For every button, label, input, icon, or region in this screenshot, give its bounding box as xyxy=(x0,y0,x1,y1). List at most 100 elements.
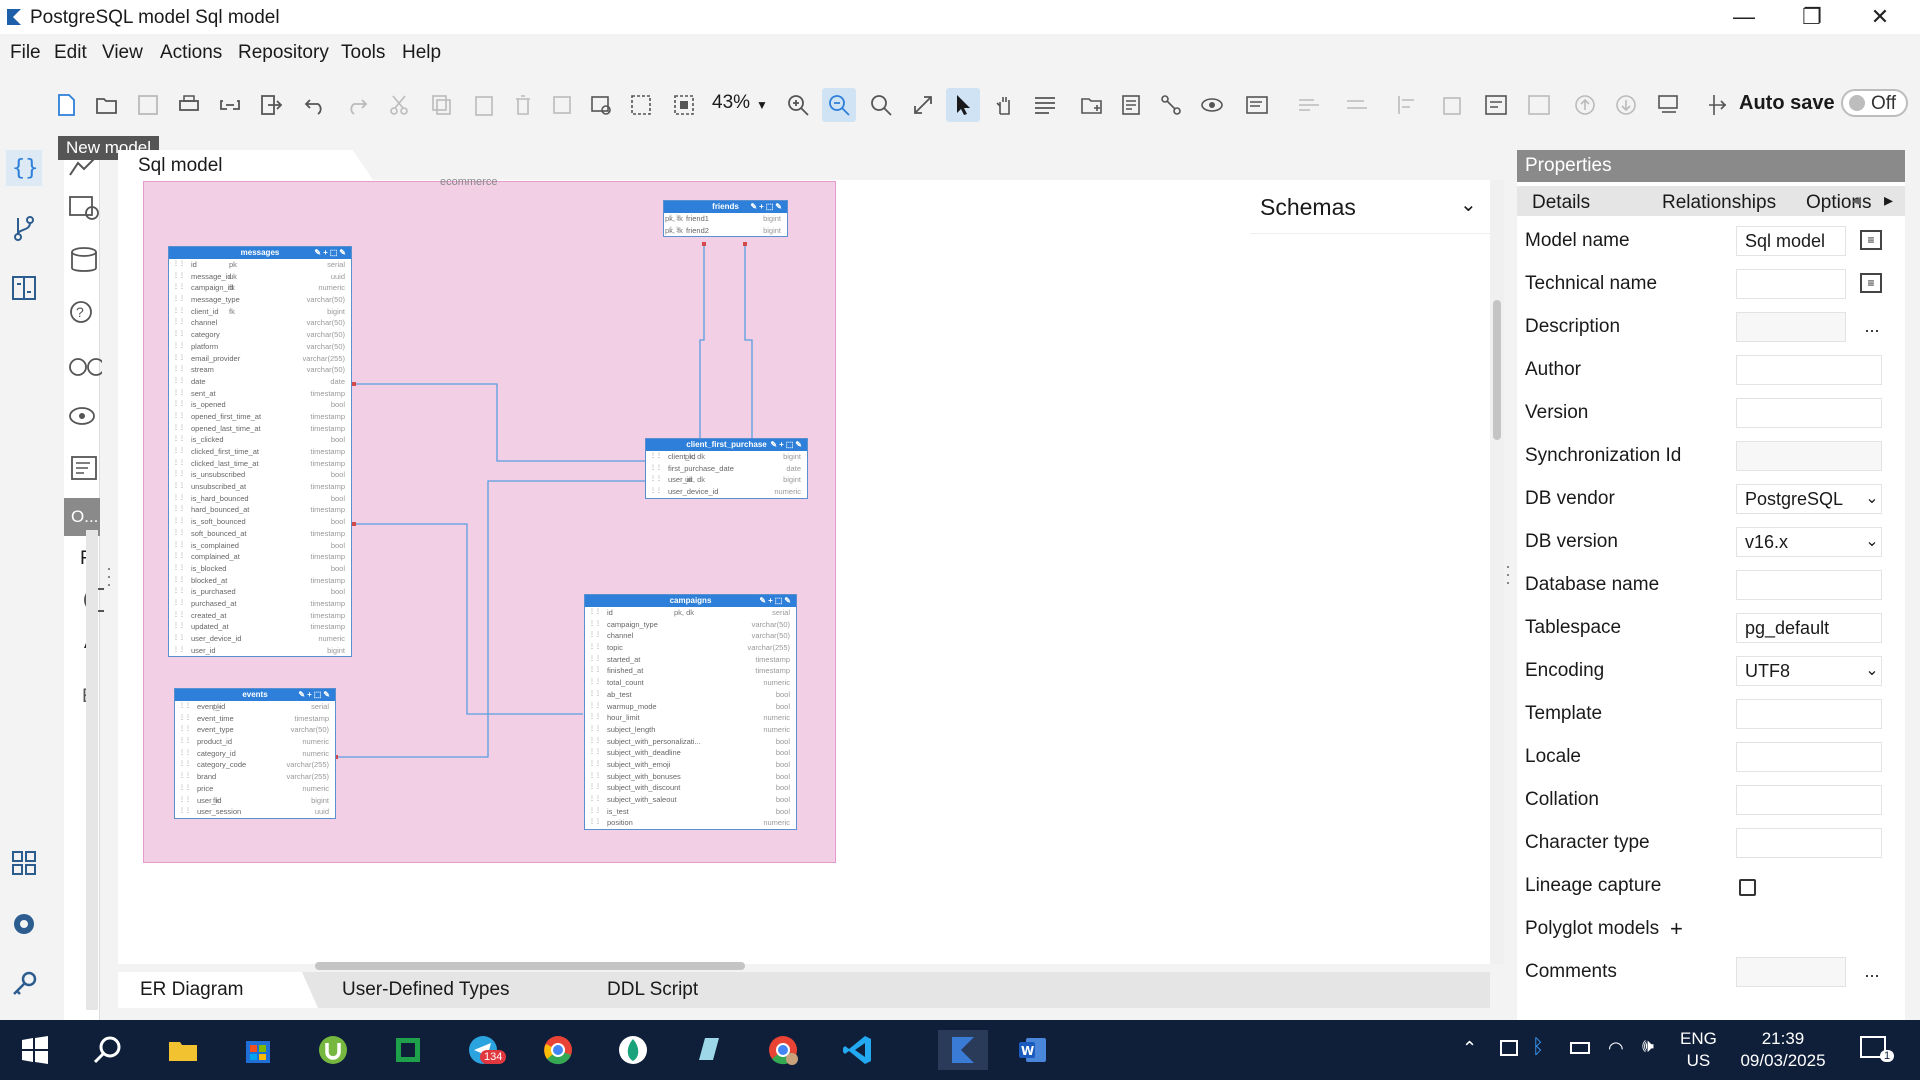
table-column-row[interactable]: started_at timestamp xyxy=(585,654,796,666)
table-column-row[interactable]: price numeric xyxy=(175,783,335,795)
table-column-row[interactable]: friend1pk, fk bigint xyxy=(664,213,787,225)
table-column-row[interactable]: opened_first_time_at timestamp xyxy=(169,411,351,423)
table-column-row[interactable]: category_id numeric xyxy=(175,748,335,760)
table-column-row[interactable]: is_opened bool xyxy=(169,399,351,411)
table-column-row[interactable]: stream varchar(50) xyxy=(169,364,351,376)
table-column-row[interactable]: message_iduk uuid xyxy=(169,271,351,283)
table-column-row[interactable]: is_blocked bool xyxy=(169,563,351,575)
splitter-handle-icon[interactable]: · · · xyxy=(1505,557,1511,591)
table-column-row[interactable]: total_count numeric xyxy=(585,677,796,689)
tab-er-diagram[interactable]: ER Diagram xyxy=(118,972,318,1008)
ellipsis-button[interactable]: ... xyxy=(1858,312,1886,340)
table-column-row[interactable]: user_idfkbigint xyxy=(175,795,335,807)
table-column-row[interactable]: user_iduk, dkbigint xyxy=(646,474,807,486)
table-column-row[interactable]: purchased_at timestamp xyxy=(169,598,351,610)
tab-scroll-left-icon[interactable]: ◂ xyxy=(1852,190,1861,211)
table-column-row[interactable]: friend2pk, fk bigint xyxy=(664,225,787,237)
horizontal-scroll-thumb[interactable] xyxy=(315,962,745,970)
tray-device-icon[interactable] xyxy=(1500,1040,1518,1056)
prop-value-template[interactable] xyxy=(1736,699,1882,729)
table-column-row[interactable]: hard_bounced_at timestamp xyxy=(169,504,351,516)
table-header-icons[interactable]: ✎+⬚✎ xyxy=(750,201,784,213)
chrome-icon[interactable] xyxy=(538,1030,578,1070)
tray-chevron-up-icon[interactable]: ⌃ xyxy=(1462,1038,1477,1059)
table-column-row[interactable]: is_purchased bool xyxy=(169,586,351,598)
tab-user-defined-types[interactable]: User-Defined Types xyxy=(330,972,570,1008)
table-column-row[interactable]: sent_at timestamp xyxy=(169,388,351,400)
microsoft-store-icon[interactable] xyxy=(238,1030,278,1070)
table-column-row[interactable]: channel varchar(50) xyxy=(169,317,351,329)
vertical-scroll-thumb[interactable] xyxy=(1493,300,1501,440)
chevron-down-icon[interactable]: ⌄ xyxy=(1858,656,1886,684)
table-column-row[interactable]: user_device_id numeric xyxy=(646,486,807,498)
table-header-icons[interactable]: ✎+⬚✎ xyxy=(298,689,332,701)
table-column-row[interactable]: created_at timestamp xyxy=(169,610,351,622)
prop-value-character-type[interactable] xyxy=(1736,828,1882,858)
table-column-row[interactable]: campaign_idfk numeric xyxy=(169,282,351,294)
table-column-row[interactable]: is_hard_bounced bool xyxy=(169,493,351,505)
windows-start-icon[interactable] xyxy=(15,1030,55,1070)
table-column-row[interactable]: subject_length numeric xyxy=(585,724,796,736)
ellipsis-button[interactable]: ... xyxy=(1858,957,1886,985)
language-indicator[interactable]: ENG US xyxy=(1680,1028,1717,1072)
table-column-row[interactable]: clicked_last_time_at timestamp xyxy=(169,458,351,470)
table-column-row[interactable]: clicked_first_time_at timestamp xyxy=(169,446,351,458)
prop-value-synchronization-id[interactable] xyxy=(1736,441,1882,471)
table-column-row[interactable]: subject_with_personalizati... bool xyxy=(585,736,796,748)
table-column-row[interactable]: user_device_id numeric xyxy=(169,633,351,645)
table-header-icons[interactable]: ✎+⬚✎ xyxy=(770,439,804,451)
erd-table-messages[interactable]: messages✎+⬚✎ idpkserialmessage_idukuuidc… xyxy=(168,246,352,658)
prop-value-model-name[interactable]: Sql model xyxy=(1736,226,1846,256)
table-column-row[interactable]: is_soft_bounced bool xyxy=(169,516,351,528)
table-column-row[interactable]: user_session uuid xyxy=(175,806,335,818)
chevron-down-icon[interactable]: ⌄ xyxy=(1858,527,1886,555)
table-column-row[interactable]: date date xyxy=(169,376,351,388)
table-column-row[interactable]: client_idpk, dkbigint xyxy=(646,451,807,463)
file-explorer-icon[interactable] xyxy=(163,1030,203,1070)
menu-list-icon[interactable]: ≡ xyxy=(1860,273,1882,293)
tab-details[interactable]: Details xyxy=(1532,192,1590,214)
table-column-row[interactable]: category varchar(50) xyxy=(169,329,351,341)
table-column-row[interactable]: brand varchar(255) xyxy=(175,771,335,783)
vertical-scrollbar[interactable] xyxy=(1490,180,1504,964)
table-column-row[interactable]: is_test bool xyxy=(585,806,796,818)
chrome-profile-icon[interactable] xyxy=(763,1030,803,1070)
table-column-row[interactable]: is_complained bool xyxy=(169,540,351,552)
table-column-row[interactable]: topic varchar(255) xyxy=(585,642,796,654)
table-header[interactable]: friends ✎+⬚✎ xyxy=(664,201,787,213)
erd-table-friends[interactable]: friends✎+⬚✎ friend1pk, fkbigintfriend2pk… xyxy=(663,200,788,238)
table-header[interactable]: messages ✎+⬚✎ xyxy=(169,247,351,259)
prop-value-version[interactable] xyxy=(1736,398,1882,428)
table-column-row[interactable]: client_id fk bigint xyxy=(169,306,351,318)
menu-list-icon[interactable]: ≡ xyxy=(1860,230,1882,250)
table-column-row[interactable]: subject_with_deadline bool xyxy=(585,747,796,759)
table-column-row[interactable]: subject_with_bonuses bool xyxy=(585,771,796,783)
table-column-row[interactable]: event_time timestamp xyxy=(175,713,335,725)
table-header-icons[interactable]: ✎+⬚✎ xyxy=(759,595,793,607)
table-column-row[interactable]: message_type varchar(50) xyxy=(169,294,351,306)
table-column-row[interactable]: unsubscribed_at timestamp xyxy=(169,481,351,493)
table-column-row[interactable]: is_clicked bool xyxy=(169,434,351,446)
table-column-row[interactable]: channel varchar(50) xyxy=(585,630,796,642)
spreadsheet-app-icon[interactable] xyxy=(388,1030,428,1070)
table-column-row[interactable]: user_id bigint xyxy=(169,645,351,657)
wifi-icon[interactable]: ◠ xyxy=(1608,1038,1624,1059)
table-column-row[interactable]: soft_bounced_at timestamp xyxy=(169,528,351,540)
add-polyglot-model-icon[interactable]: + xyxy=(1670,916,1683,942)
prop-value-collation[interactable] xyxy=(1736,785,1882,815)
table-column-row[interactable]: event_type varchar(50) xyxy=(175,724,335,736)
prop-value-description[interactable] xyxy=(1736,312,1846,342)
utorrent-icon[interactable] xyxy=(313,1030,353,1070)
table-header-icons[interactable]: ✎+⬚✎ xyxy=(314,247,348,259)
vscode-icon[interactable] xyxy=(838,1030,878,1070)
bluetooth-icon[interactable]: ᛒ xyxy=(1532,1036,1544,1059)
lineage-capture-checkbox[interactable] xyxy=(1739,879,1756,896)
table-column-row[interactable]: is_unsubscribed bool xyxy=(169,469,351,481)
table-column-row[interactable]: blocked_at timestamp xyxy=(169,575,351,587)
chevron-down-icon[interactable]: ⌄ xyxy=(1858,484,1886,512)
table-header[interactable]: client_first_purchase ✎+⬚✎ xyxy=(646,439,807,451)
table-column-row[interactable]: id pk serial xyxy=(169,259,351,271)
notes-app-icon[interactable] xyxy=(688,1030,728,1070)
sql-modeler-taskbar-icon[interactable] xyxy=(938,1030,988,1070)
battery-icon[interactable] xyxy=(1570,1042,1590,1054)
